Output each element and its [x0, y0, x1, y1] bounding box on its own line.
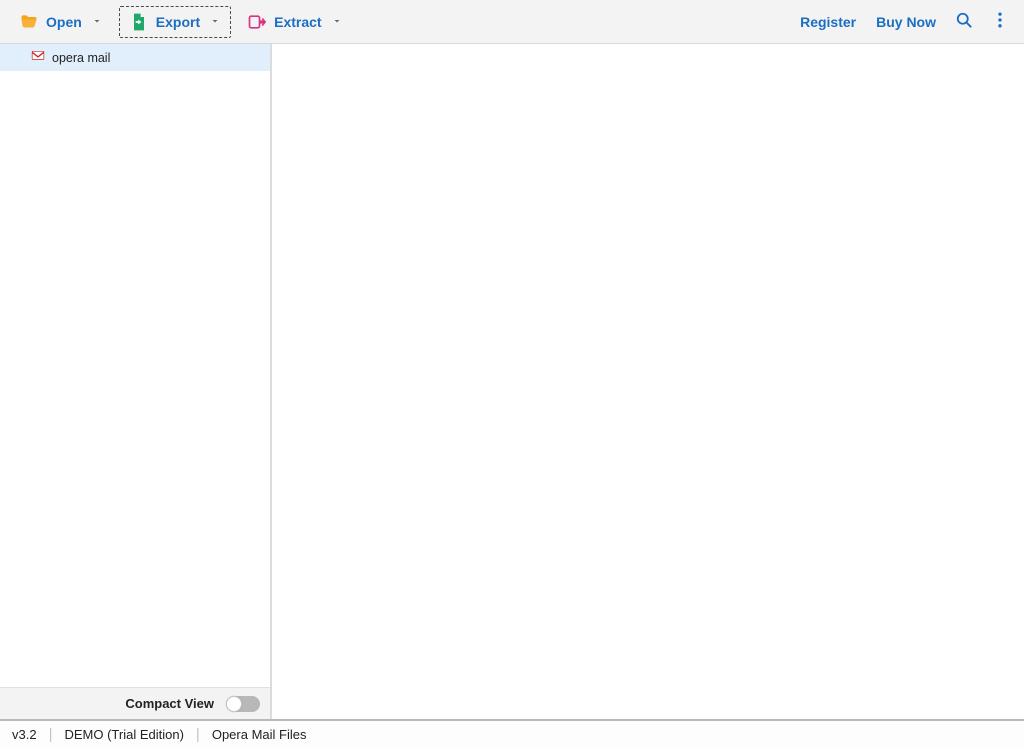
extract-icon: [247, 12, 267, 32]
tree-item-label: opera mail: [52, 51, 110, 65]
open-label: Open: [46, 14, 82, 30]
mail-icon: [30, 49, 46, 66]
export-label: Export: [156, 14, 200, 30]
statusbar: v3.2 | DEMO (Trial Edition) | Opera Mail…: [0, 719, 1024, 747]
body: opera mail Compact View: [0, 44, 1024, 719]
caret-down-icon: [331, 14, 343, 30]
caret-down-icon: [209, 14, 221, 30]
more-vertical-icon: [990, 10, 1010, 33]
tree-item-opera-mail[interactable]: opera mail: [0, 44, 270, 71]
compact-view-label: Compact View: [125, 696, 214, 711]
search-button[interactable]: [946, 4, 982, 39]
status-separator: |: [196, 726, 200, 743]
buy-now-link[interactable]: Buy Now: [866, 8, 946, 36]
status-separator: |: [49, 726, 53, 743]
export-icon: [129, 12, 149, 32]
compact-view-bar: Compact View: [0, 687, 270, 719]
export-button[interactable]: Export: [119, 6, 231, 38]
folder-open-icon: [19, 12, 39, 32]
content-area: [272, 44, 1024, 719]
open-button[interactable]: Open: [9, 6, 113, 38]
extract-label: Extract: [274, 14, 321, 30]
version-label: v3.2: [12, 727, 37, 742]
toolbar: Open Export: [0, 0, 1024, 44]
caret-down-icon: [91, 14, 103, 30]
edition-label: DEMO (Trial Edition): [64, 727, 183, 742]
context-label: Opera Mail Files: [212, 727, 307, 742]
search-icon: [954, 10, 974, 33]
extract-button[interactable]: Extract: [237, 6, 352, 38]
folder-tree: opera mail: [0, 44, 270, 687]
register-link[interactable]: Register: [790, 8, 866, 36]
toggle-knob: [226, 696, 242, 712]
compact-view-toggle[interactable]: [226, 696, 260, 712]
sidebar: opera mail Compact View: [0, 44, 272, 719]
more-menu-button[interactable]: [982, 4, 1018, 39]
